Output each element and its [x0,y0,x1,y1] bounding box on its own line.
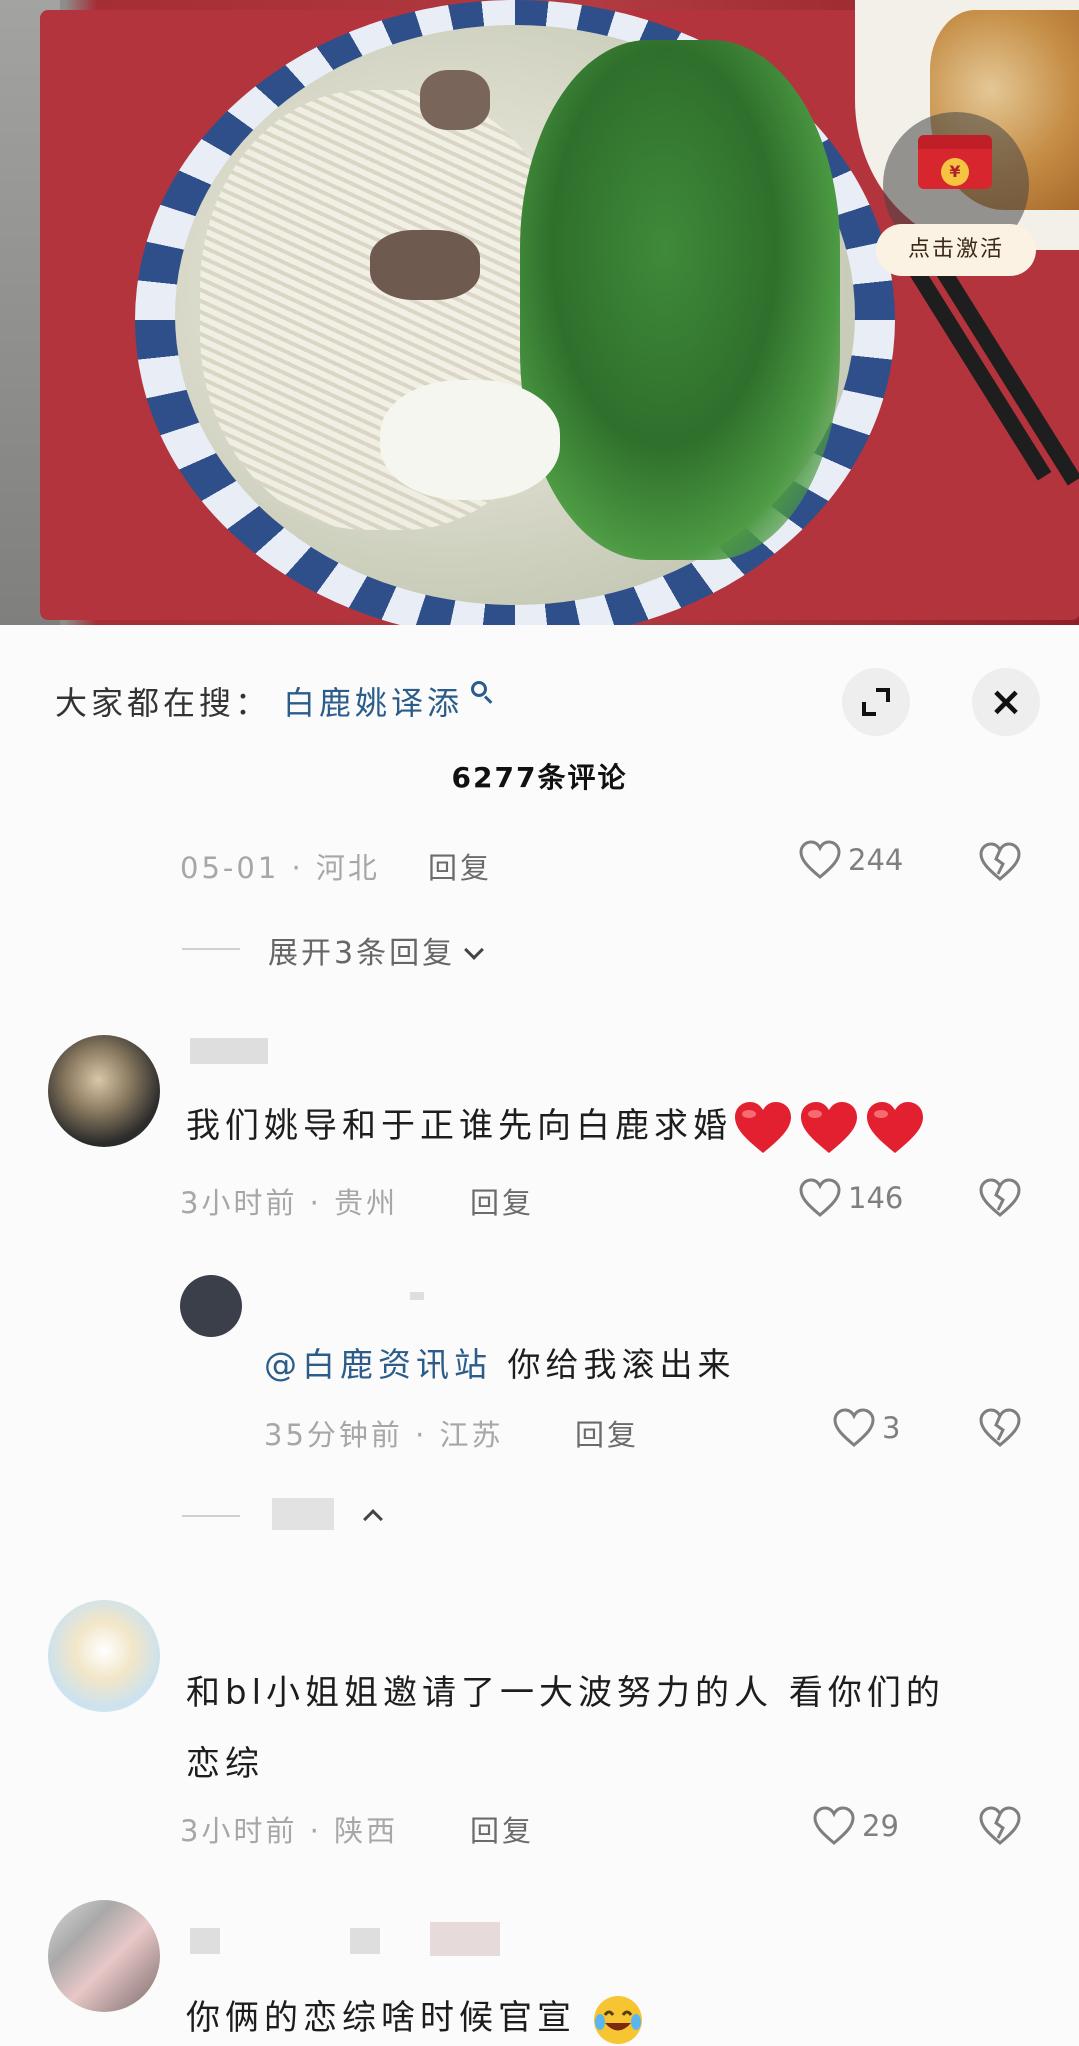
beef-slice [370,230,480,300]
leafy-greens [520,40,840,560]
avatar[interactable] [48,1600,160,1712]
divider-line [182,1515,240,1517]
like-count: 146 [848,1181,904,1215]
username-blurred[interactable] [350,1928,380,1954]
comment-meta: 3小时前 · 贵州 [180,1186,399,1220]
close-icon: × [989,679,1023,725]
mention-link[interactable]: @白鹿资讯站 [264,1345,492,1384]
collapse-label-blurred[interactable] [272,1498,334,1530]
trending-search-prefix: 大家都在搜： [55,684,272,722]
avatar[interactable] [48,1900,160,2012]
video-frame[interactable]: ¥ 点击激活 [0,0,1079,625]
heart-emoji [867,1101,923,1153]
comment-count: 6277条评论 [451,761,628,794]
comment-text: 你俩的恋综啥时候官宣 [186,1990,644,2046]
comment-body: 你俩的恋综啥时候官宣 [186,1998,576,2038]
trending-search[interactable]: 大家都在搜： 白鹿姚译添 [55,675,495,727]
comment-meta: 35分钟前 · 江苏 [264,1418,504,1452]
trending-search-term[interactable]: 白鹿姚译添 [283,678,463,724]
close-comments-button[interactable]: × [972,668,1040,736]
like-button[interactable]: 146 [798,1178,903,1218]
like-count: 3 [882,1411,901,1445]
dislike-icon[interactable] [978,1408,1022,1448]
like-button[interactable]: 244 [798,840,903,880]
reply-text: @白鹿资讯站 你给我滚出来 [264,1338,736,1386]
like-button[interactable]: 29 [812,1806,899,1846]
red-packet-activate-label[interactable]: 点击激活 [876,224,1036,276]
laughing-crying-emoji [593,1995,642,2044]
dislike-icon[interactable] [978,842,1022,882]
like-button[interactable]: 3 [832,1408,900,1448]
reply-button[interactable]: 回复 [428,845,492,887]
chevron-down-icon [464,940,484,960]
like-count: 244 [848,843,904,877]
avatar[interactable] [48,1035,160,1147]
search-icon[interactable] [471,681,495,705]
reply-button[interactable]: 回复 [470,1180,534,1222]
heart-outline-icon [813,1806,855,1845]
username-blurred[interactable] [410,1292,424,1300]
expand-comments-button[interactable] [842,668,910,736]
beef-slice [420,70,490,130]
heart-outline-icon [799,840,841,879]
heart-outline-icon [833,1408,875,1447]
cabbage [380,380,560,500]
dislike-icon[interactable] [978,1178,1022,1218]
reply-body: 你给我滚出来 [492,1345,736,1384]
fullscreen-icon [862,688,890,716]
comment-meta: 05-01 · 河北 [180,851,380,885]
username-blurred[interactable] [190,1928,220,1954]
expand-replies-button[interactable]: 展开3条回复 [268,928,484,972]
reply-button[interactable]: 回复 [470,1808,534,1850]
badge-blurred [430,1922,500,1956]
reply-button[interactable]: 回复 [575,1412,639,1454]
comment-body: 我们姚导和于正谁先向白鹿求婚 [186,1106,732,1146]
avatar[interactable] [180,1275,242,1337]
like-count: 29 [862,1809,899,1843]
heart-emoji [735,1101,791,1153]
divider-line [182,948,240,950]
comment-sheet: 大家都在搜： 白鹿姚译添 × 6277条评论 [0,630,1079,2043]
heart-emoji [801,1101,857,1153]
coin-icon: ¥ [941,158,969,186]
heart-outline-icon [799,1178,841,1217]
comment-text-continued: 恋综 [186,1744,264,1784]
comment-meta: 3小时前 · 陕西 [180,1814,399,1848]
dislike-icon[interactable] [978,1806,1022,1846]
comment-text: 我们姚导和于正谁先向白鹿求婚 [186,1098,930,1156]
expand-replies-label: 展开3条回复 [268,936,456,971]
comment-text: 和bl小姐姐邀请了一大波努力的人 看你们的 [186,1673,945,1713]
username-blurred[interactable] [190,1038,268,1064]
